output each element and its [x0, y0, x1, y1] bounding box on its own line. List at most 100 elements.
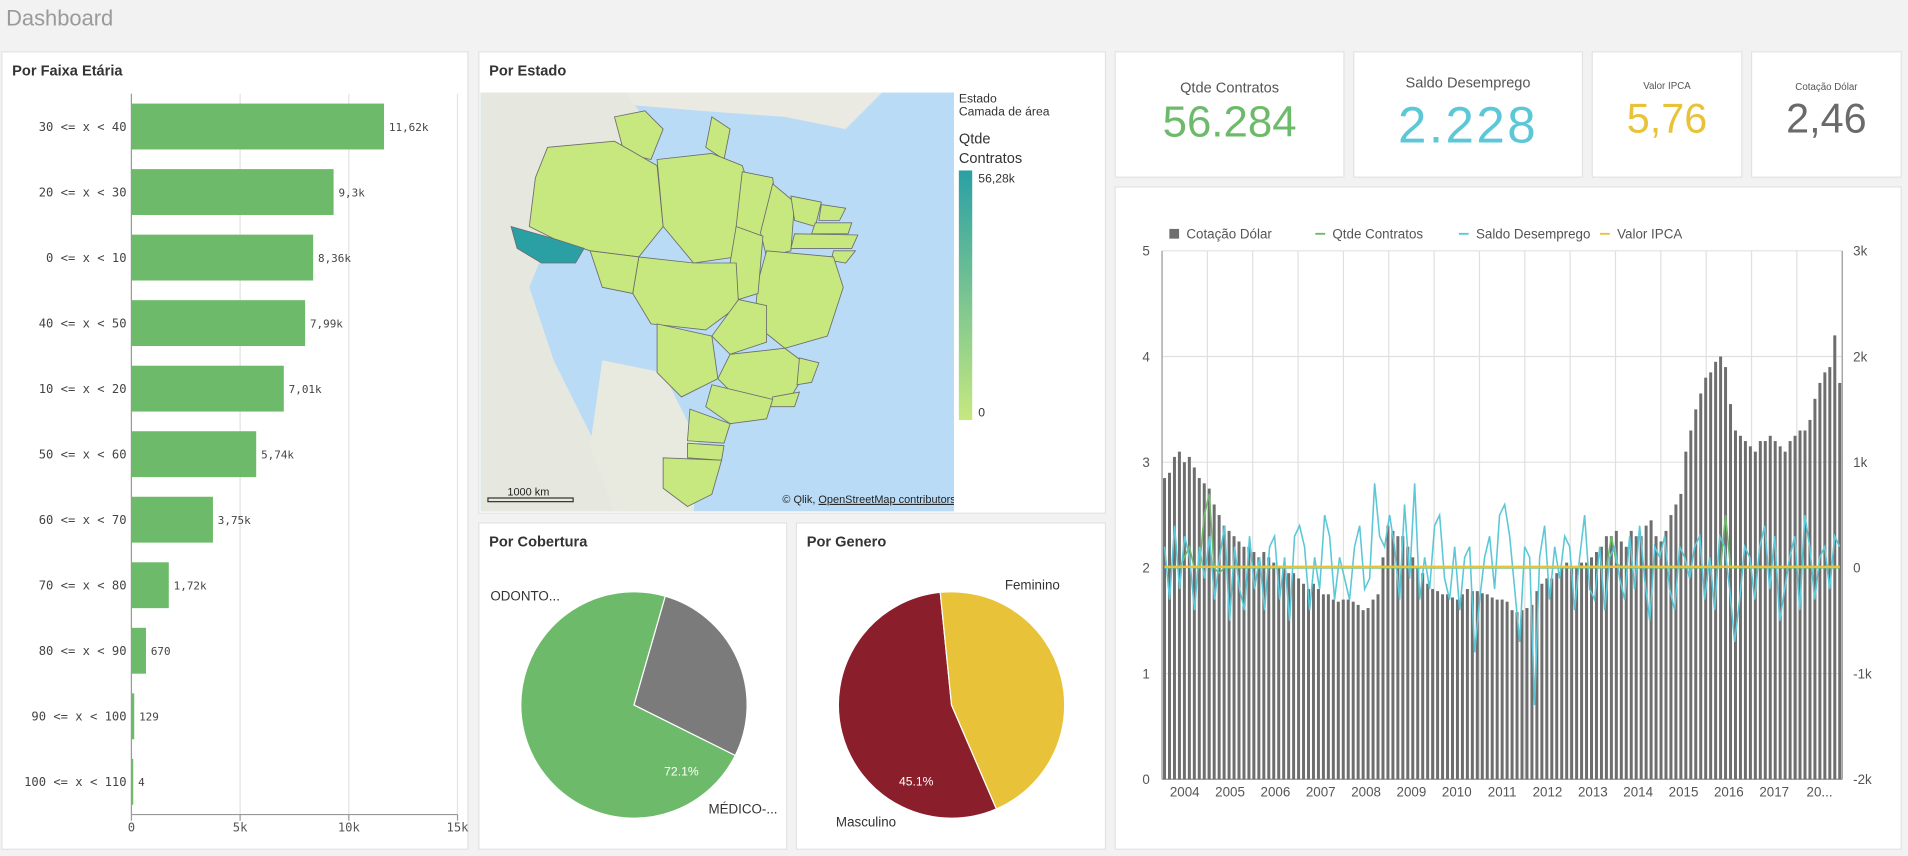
- state-amapa[interactable]: [705, 116, 731, 161]
- dollar-bar: [1724, 367, 1728, 780]
- dollar-bar: [1242, 546, 1246, 780]
- legend-min: 0: [978, 406, 986, 421]
- dollar-bar: [1768, 435, 1772, 780]
- dollar-bar: [1172, 456, 1176, 780]
- dollar-bar: [1510, 610, 1514, 780]
- brazil-map[interactable]: 1000 km © Qlik, OpenStreetMap contributo…: [480, 92, 954, 512]
- dollar-bar: [1560, 567, 1564, 780]
- state-paraiba[interactable]: [811, 222, 853, 235]
- category-label: 100 <= x < 110: [24, 775, 126, 789]
- x-tick-label: 20...: [1807, 784, 1833, 799]
- category-label: 70 <= x < 80: [39, 578, 127, 592]
- dollar-bar: [1451, 597, 1454, 780]
- dollar-bar: [1495, 599, 1499, 780]
- slice-category-label: Masculino: [836, 815, 896, 830]
- map-attribution[interactable]: © Qlik, OpenStreetMap contributors: [782, 494, 954, 506]
- dollar-bar: [1540, 583, 1544, 780]
- dollar-bar: [1550, 578, 1554, 780]
- dollar-bar: [1808, 419, 1812, 780]
- time-series-panel[interactable]: Cotação Dólar Qtde Contratos Saldo Desempr…: [1114, 186, 1903, 852]
- right-tick-label: 3k: [1853, 244, 1867, 259]
- dollar-bar: [1316, 589, 1320, 780]
- dollar-bar: [1311, 583, 1315, 780]
- time-series-chart[interactable]: Cotação Dólar Qtde Contratos Saldo Desempr…: [1116, 188, 1903, 852]
- left-tick-label: 5: [1142, 244, 1149, 259]
- x-tick-label: 0: [128, 821, 135, 835]
- dollar-bar: [1341, 599, 1345, 780]
- dollar-bar: [1803, 430, 1807, 780]
- dollar-bar: [1163, 478, 1167, 780]
- x-tick-label: 2008: [1351, 784, 1381, 799]
- dollar-bar: [1446, 594, 1450, 780]
- dollar-bar: [1758, 441, 1762, 780]
- state-pernambuco[interactable]: [790, 233, 859, 249]
- dollar-bar: [1168, 472, 1171, 780]
- bar: [131, 496, 213, 543]
- kpi-saldo-desemprego[interactable]: Saldo Desemprego 2.228: [1353, 51, 1584, 178]
- dollar-bar: [1545, 578, 1549, 780]
- coverage-pie-chart[interactable]: 27.9%ODONTO...72.1%MÉDICO-...: [479, 524, 788, 852]
- dollar-bar: [1386, 525, 1390, 780]
- left-tick-label: 0: [1142, 772, 1149, 787]
- legend-gradient: [958, 170, 973, 421]
- x-tick-label: 10k: [338, 821, 361, 835]
- age-bar-panel[interactable]: Por Faixa Etária 0 5k 10k 15k 30 <= x < 40 11…: [1, 51, 469, 851]
- dollar-bar: [1838, 382, 1842, 780]
- state-ceara[interactable]: [790, 195, 822, 228]
- dollar-bar: [1609, 536, 1613, 780]
- data-label: 3,75k: [218, 514, 251, 527]
- dollar-bar: [1674, 504, 1678, 780]
- age-bar-chart[interactable]: 0 5k 10k 15k 30 <= x < 40 11,62k 20 <= x < 30 9…: [2, 52, 469, 851]
- kpi-label: Valor IPCA: [1643, 80, 1691, 92]
- state-mato-grosso[interactable]: [632, 256, 740, 331]
- gender-pie-chart[interactable]: 54.9%Feminino45.1%Masculino: [797, 524, 1107, 852]
- coverage-pie-panel[interactable]: Por Cobertura 27.9%ODONTO...72.1%MÉDICO-…: [478, 522, 788, 852]
- dollar-bar: [1421, 573, 1425, 780]
- category-label: 40 <= x < 50: [39, 316, 127, 330]
- kpi-qtde-contratos[interactable]: Qtde Contratos 56.284: [1114, 51, 1345, 178]
- dollar-bar: [1356, 604, 1360, 780]
- dollar-bar: [1525, 608, 1529, 780]
- right-tick-label: -1k: [1853, 666, 1872, 681]
- map-scale-label: 1000 km: [507, 487, 549, 499]
- state-rgn[interactable]: [818, 204, 847, 221]
- map-legend: Estado Camada de área Qtde Contratos 56,…: [958, 92, 1103, 458]
- kpi-value: 5,76: [1626, 96, 1708, 143]
- x-tick-label: 2006: [1261, 784, 1291, 799]
- series-line-qtde-contratos: [1164, 493, 1840, 575]
- dollar-bar: [1182, 462, 1186, 780]
- kpi-valor-ipca[interactable]: Valor IPCA 5,76: [1591, 51, 1743, 178]
- x-tick-label: 2011: [1488, 784, 1517, 799]
- dollar-bar: [1416, 567, 1420, 780]
- dollar-bar: [1272, 562, 1276, 780]
- x-tick-label: 2009: [1397, 784, 1427, 799]
- legend-label: Qtde Contratos: [1332, 227, 1423, 242]
- dollar-bar: [1257, 557, 1261, 780]
- dollar-bar: [1694, 409, 1698, 780]
- bar: [131, 169, 334, 215]
- map-panel[interactable]: Por Estado 1000 km © Qlik, OpenStreetMap…: [478, 51, 1107, 514]
- legend-label: Valor IPCA: [1617, 227, 1682, 242]
- data-label: 4: [138, 776, 145, 789]
- state-bahia[interactable]: [753, 250, 844, 349]
- x-tick-label: 15k: [447, 821, 470, 835]
- data-label: 8,36k: [318, 252, 351, 265]
- left-tick-label: 1: [1142, 666, 1149, 681]
- state-es[interactable]: [796, 357, 820, 386]
- category-label: 50 <= x < 60: [39, 447, 127, 461]
- category-label: 20 <= x < 30: [39, 185, 127, 199]
- data-label: 129: [139, 711, 159, 724]
- data-label: 11,62k: [389, 121, 429, 134]
- state-rondonia[interactable]: [589, 250, 640, 294]
- bar: [131, 300, 306, 347]
- right-tick-label: 1k: [1853, 455, 1867, 470]
- state-sc[interactable]: [687, 442, 725, 461]
- x-tick-label: 2007: [1306, 784, 1336, 799]
- legend-dimension: Estado: [958, 92, 997, 106]
- gender-pie-panel[interactable]: Por Genero 54.9%Feminino45.1%Masculino: [795, 522, 1107, 852]
- dollar-bar: [1465, 589, 1469, 780]
- kpi-label: Cotação Dólar: [1795, 81, 1858, 93]
- category-label: 90 <= x < 100: [31, 710, 126, 724]
- kpi-cotacao-dolar[interactable]: Cotação Dólar 2,46: [1750, 51, 1902, 178]
- dollar-bar: [1426, 583, 1430, 780]
